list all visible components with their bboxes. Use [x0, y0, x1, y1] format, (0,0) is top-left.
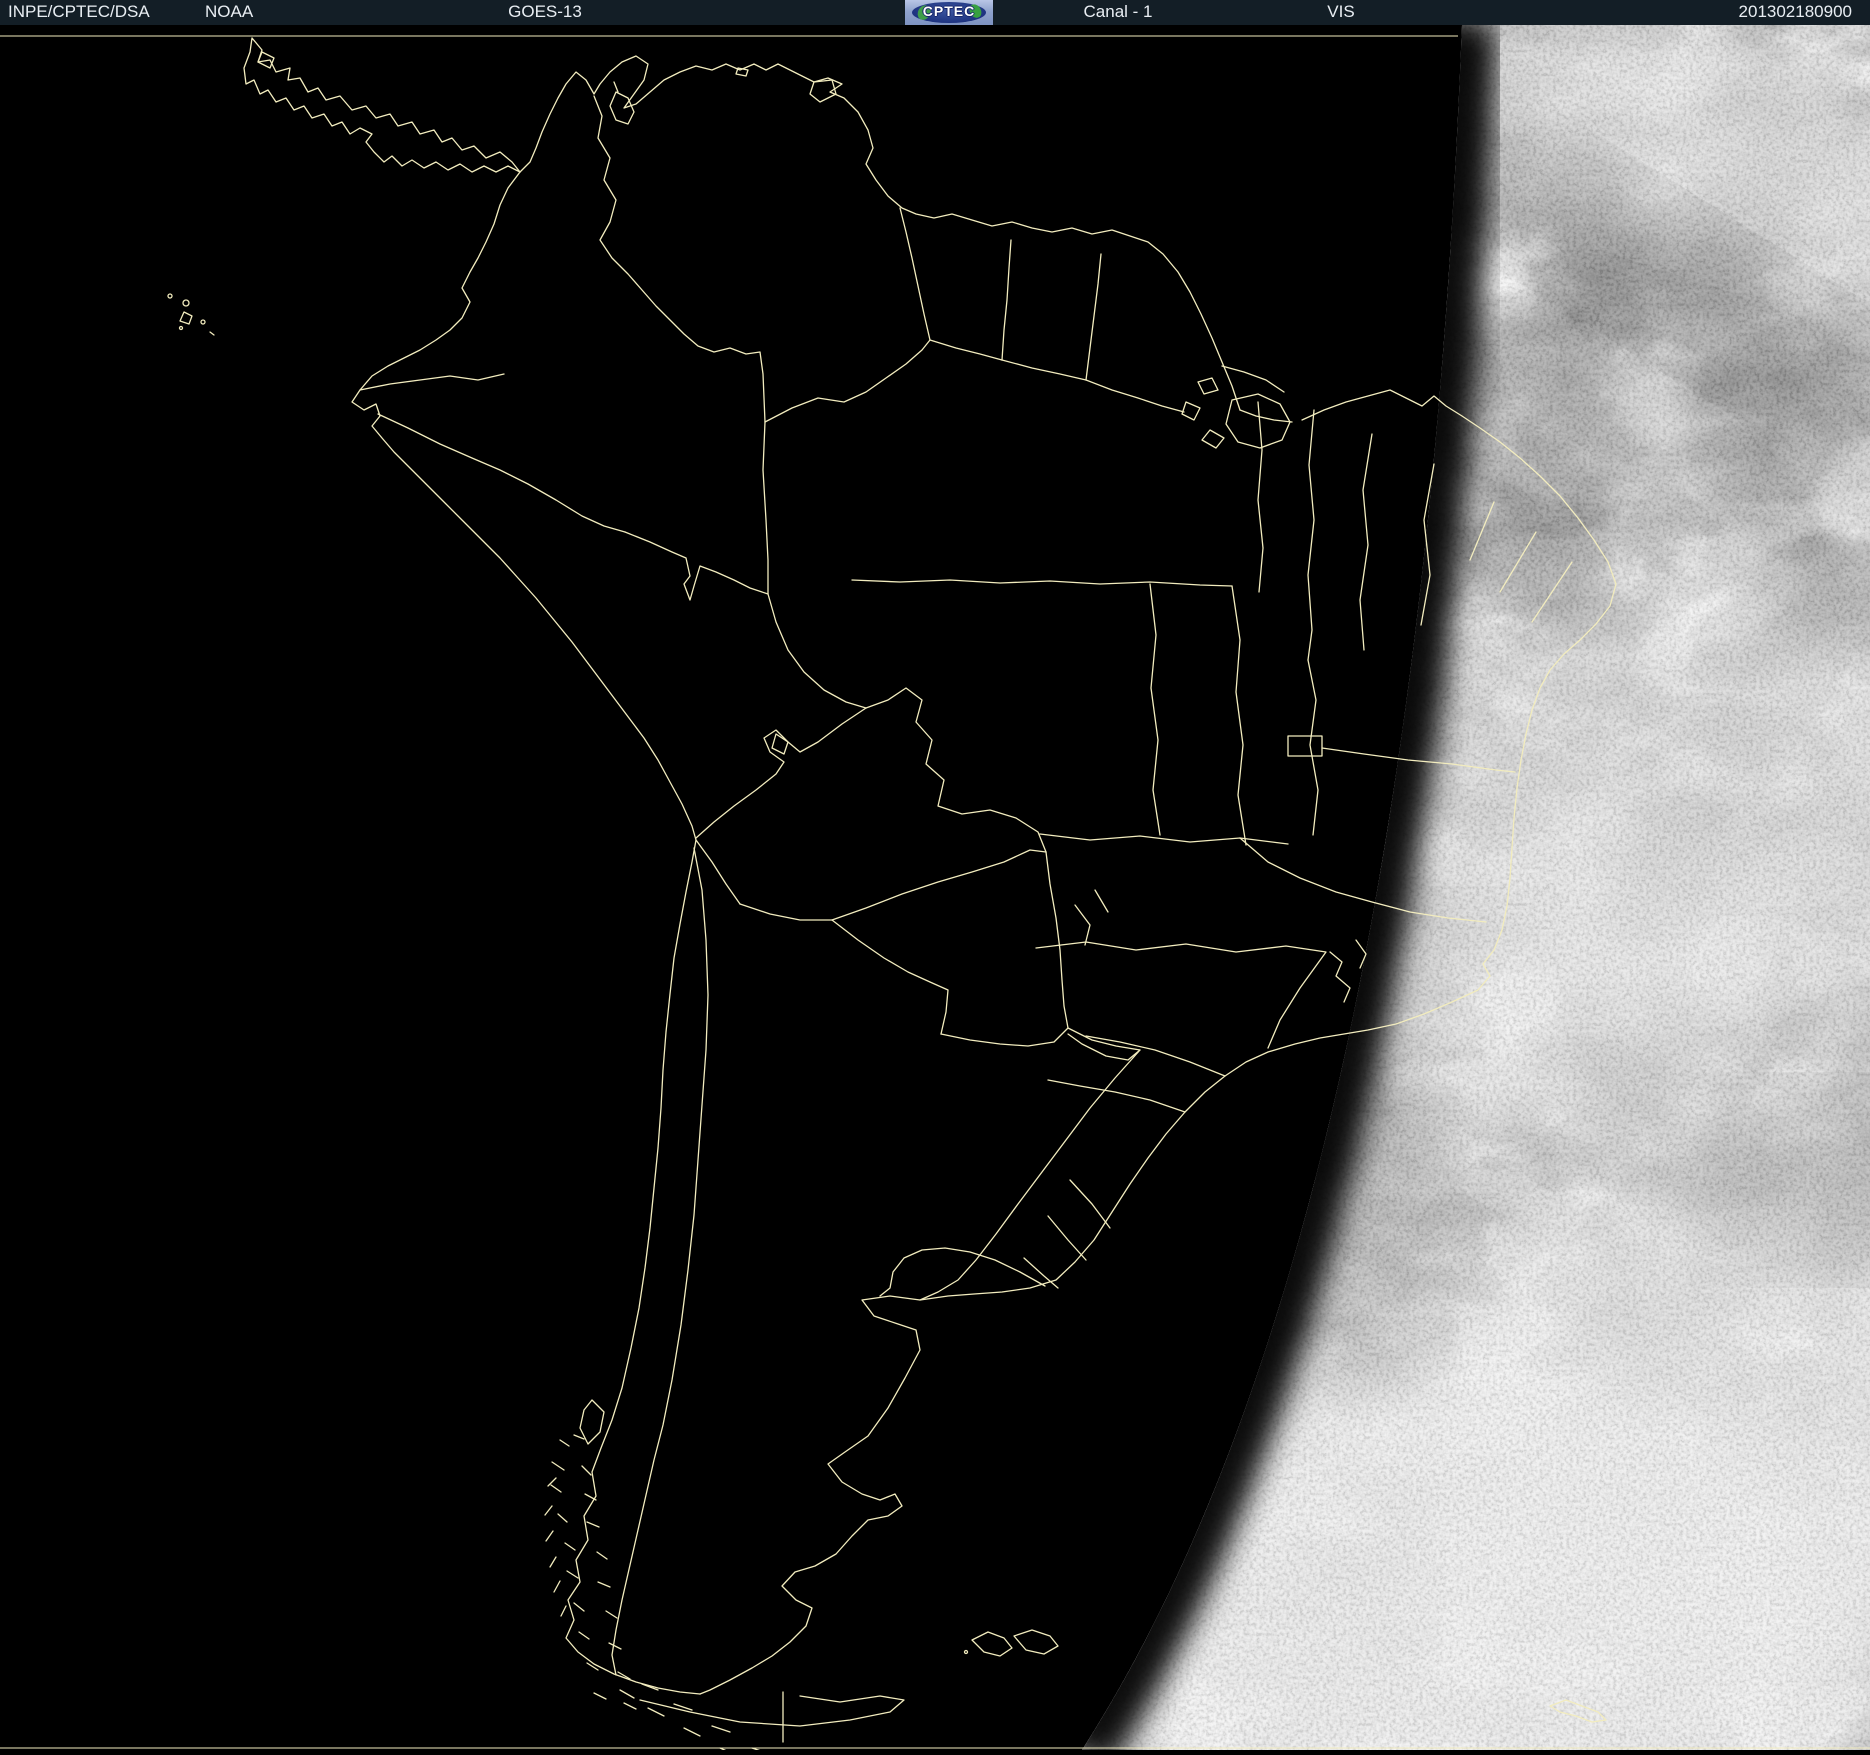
noaa-label: NOAA	[205, 2, 254, 21]
timestamp-label: 201302180900	[1738, 2, 1852, 21]
satellite-image	[0, 0, 1870, 1755]
satellite-label: GOES-13	[508, 2, 582, 21]
header-bar: INPE/CPTEC/DSA NOAA GOES-13 CPTEC Canal …	[0, 0, 1870, 25]
cptec-logo-text: CPTEC	[922, 3, 976, 19]
cptec-logo: CPTEC	[905, 0, 993, 25]
channel-label: Canal - 1	[1083, 2, 1153, 21]
band-label: VIS	[1327, 2, 1355, 21]
agency-label: INPE/CPTEC/DSA	[8, 2, 150, 21]
satellite-map-svg	[0, 0, 1870, 1755]
